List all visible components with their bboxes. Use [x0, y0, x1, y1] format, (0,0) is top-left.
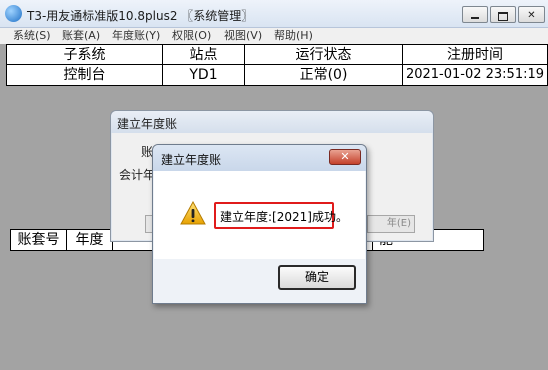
- menu-annual-account[interactable]: 年度账(Y): [112, 28, 160, 44]
- table-cell-register-time[interactable]: 2021-01-02 23:51:19: [403, 65, 547, 85]
- minimize-icon: [471, 17, 479, 19]
- column-header-year: 年度: [67, 230, 113, 250]
- minimize-button[interactable]: [462, 6, 488, 23]
- background-dialog-button-right[interactable]: 年(E): [367, 215, 415, 233]
- success-dialog: 建立年度账 ✕ 建立年度:[2021]成功。 确定: [152, 144, 367, 304]
- close-button[interactable]: ✕: [518, 6, 545, 23]
- column-header-register-time: 注册时间: [403, 45, 547, 65]
- table-cell-site[interactable]: YD1: [163, 65, 245, 85]
- menu-view[interactable]: 视图(V): [224, 28, 262, 44]
- dialog-message: 建立年度:[2021]成功。: [220, 210, 348, 224]
- dialog-title: 建立年度账: [161, 153, 222, 167]
- table-cell-subsystem[interactable]: 控制台: [7, 65, 163, 85]
- background-dialog-label-fiscal-year: 会计年: [119, 168, 156, 182]
- warning-icon: [180, 201, 206, 225]
- background-dialog-title: 建立年度账: [117, 117, 178, 131]
- ok-button[interactable]: 确定: [278, 265, 356, 290]
- highlight-box: 建立年度:[2021]成功。: [214, 202, 348, 229]
- dialog-body: 建立年度:[2021]成功。: [154, 171, 365, 259]
- maximize-icon: [498, 11, 508, 21]
- table-cell-status[interactable]: 正常(0): [245, 65, 403, 85]
- maximize-button[interactable]: [490, 6, 516, 23]
- dialog-close-button[interactable]: ✕: [329, 149, 361, 165]
- menu-bar: 系统(S) 账套(A) 年度账(Y) 权限(O) 视图(V) 帮助(H): [0, 28, 548, 44]
- close-icon: ✕: [527, 10, 536, 21]
- column-header-status: 运行状态: [245, 45, 403, 65]
- column-header-site: 站点: [163, 45, 245, 65]
- menu-permission[interactable]: 权限(O): [172, 28, 211, 44]
- close-icon: ✕: [340, 150, 350, 163]
- column-header-subsystem: 子系统: [7, 45, 163, 65]
- menu-account-set[interactable]: 账套(A): [62, 28, 100, 44]
- menu-help[interactable]: 帮助(H): [274, 28, 313, 44]
- menu-system[interactable]: 系统(S): [13, 28, 51, 44]
- subsystem-table: 子系统 站点 运行状态 注册时间 控制台 YD1 正常(0) 2021-01-0…: [6, 44, 548, 86]
- title-bar: T3-用友通标准版10.8plus2 〖系统管理〗 ✕: [0, 0, 548, 28]
- app-icon: [5, 5, 22, 22]
- dialog-footer: 确定: [154, 259, 365, 303]
- column-header-account-no: 账套号: [11, 230, 67, 250]
- window-title: T3-用友通标准版10.8plus2 〖系统管理〗: [27, 9, 254, 23]
